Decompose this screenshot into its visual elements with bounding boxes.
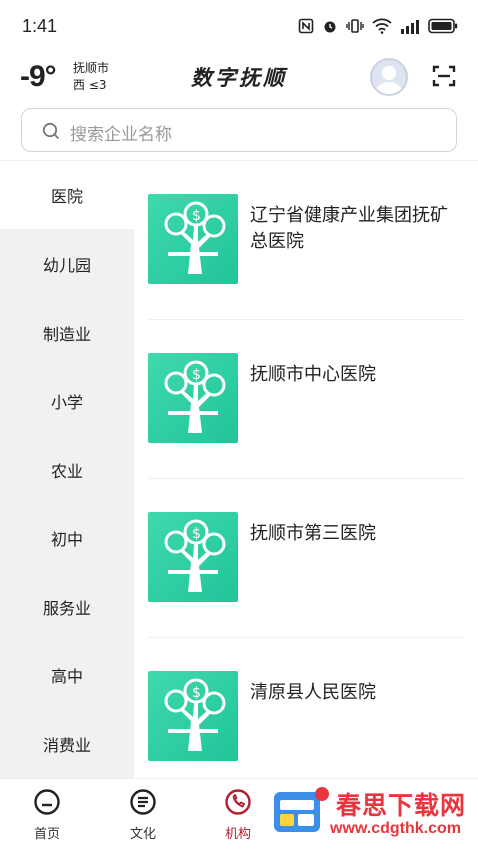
category-item-consumer[interactable]: 消费业 <box>0 710 134 778</box>
search-placeholder: 搜索企业名称 <box>70 125 172 145</box>
organization-item[interactable]: $ 辽宁省健康产业集团抚矿总医院 <box>148 161 464 320</box>
category-label: 服务业 <box>42 599 91 618</box>
search-icon <box>42 122 60 140</box>
category-label: 制造业 <box>42 325 91 344</box>
tree-logo-icon: $ <box>148 512 238 602</box>
avatar[interactable] <box>370 58 408 96</box>
tree-logo-icon: $ <box>148 194 238 284</box>
nfc-icon <box>298 18 314 38</box>
category-item-services[interactable]: 服务业 <box>0 573 134 641</box>
watermark-logo-icon <box>274 787 329 832</box>
organization-name: 清原县人民医院 <box>250 682 376 703</box>
user-icon <box>375 66 403 94</box>
svg-text:$: $ <box>192 526 201 542</box>
status-time: 1:41 <box>22 16 58 36</box>
organization-name: 抚顺市中心医院 <box>250 364 376 385</box>
category-item-primary-school[interactable]: 小学 <box>0 367 134 435</box>
organization-item[interactable]: $ 清原县人民医院 <box>148 638 464 778</box>
battery-icon <box>428 18 458 38</box>
vibrate-icon <box>346 18 364 38</box>
category-item-junior-high[interactable]: 初中 <box>0 504 134 572</box>
tab-institutions[interactable]: 机构 <box>198 785 278 845</box>
phone-icon <box>225 789 251 815</box>
category-item-manufacturing[interactable]: 制造业 <box>0 299 134 367</box>
category-label: 小学 <box>50 393 83 412</box>
watermark: 春思下载网 www.cdgthk.com <box>268 782 478 846</box>
tab-home[interactable]: 首页 <box>7 785 87 845</box>
tab-label: 机构 <box>224 827 251 842</box>
organization-item[interactable]: $ 抚顺市第三医院 <box>148 479 464 638</box>
category-item-high-school[interactable]: 高中 <box>0 641 134 709</box>
category-label: 高中 <box>50 667 83 686</box>
category-sidebar: 医院 幼儿园 制造业 小学 农业 初中 服务业 高中 消费业 <box>0 161 134 778</box>
tab-culture[interactable]: 文化 <box>103 785 183 845</box>
category-label: 幼儿园 <box>42 256 91 275</box>
category-item-hospital[interactable]: 医院 <box>0 161 134 229</box>
watermark-title: 春思下载网 <box>336 791 467 820</box>
watermark-url: www.cdgthk.com <box>330 820 461 837</box>
tree-logo-icon: $ <box>148 353 238 443</box>
tree-logo-icon: $ <box>148 671 238 761</box>
tab-label: 首页 <box>33 827 60 842</box>
signal-icon <box>400 19 420 38</box>
search-input[interactable]: 搜索企业名称 <box>21 108 457 152</box>
scan-icon[interactable] <box>432 64 456 88</box>
wifi-icon <box>372 18 392 38</box>
category-label: 农业 <box>50 462 83 481</box>
header: -9° 抚顺市 西 ≤3 数字抚顺 <box>0 52 478 102</box>
status-icons <box>298 18 458 38</box>
category-label: 医院 <box>50 187 83 206</box>
svg-text:$: $ <box>192 208 201 224</box>
category-label: 消费业 <box>42 736 91 755</box>
organization-item[interactable]: $ 抚顺市中心医院 <box>148 320 464 479</box>
tab-label: 文化 <box>129 827 156 842</box>
organization-list: $ 辽宁省健康产业集团抚矿总医院 $ 抚顺市中心医院 $ 抚顺市第三医院 $ 清… <box>134 161 478 778</box>
category-label: 初中 <box>50 530 83 549</box>
category-item-agriculture[interactable]: 农业 <box>0 436 134 504</box>
organization-name: 辽宁省健康产业集团抚矿总医院 <box>250 205 448 252</box>
home-icon <box>34 789 60 815</box>
organization-name: 抚顺市第三医院 <box>250 523 376 544</box>
svg-text:$: $ <box>192 685 201 701</box>
alarm-icon <box>322 18 338 38</box>
status-bar: 1:41 <box>0 0 478 52</box>
svg-text:$: $ <box>192 367 201 383</box>
category-item-kindergarten[interactable]: 幼儿园 <box>0 230 134 298</box>
document-icon <box>130 789 156 815</box>
